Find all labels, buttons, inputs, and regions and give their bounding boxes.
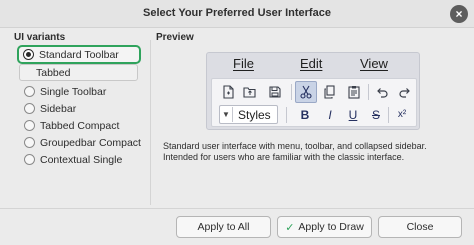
styles-value: Styles xyxy=(238,107,271,122)
variant-label: Groupedbar Compact xyxy=(40,136,141,149)
variant-contextual-single[interactable]: Contextual Single xyxy=(20,151,140,168)
apply-to-draw-button[interactable]: ✓ Apply to Draw xyxy=(277,216,372,238)
paste-icon xyxy=(344,82,364,102)
radio-icon[interactable] xyxy=(24,120,35,131)
variant-label: Tabbed Compact xyxy=(40,119,120,132)
radio-icon[interactable] xyxy=(24,86,35,97)
variant-tabbed-compact[interactable]: Tabbed Compact xyxy=(20,117,140,134)
variant-groupedbar-compact[interactable]: Groupedbar Compact xyxy=(20,134,141,151)
preview-heading: Preview xyxy=(156,32,194,43)
dialog-window: Select Your Preferred User Interface × U… xyxy=(0,0,474,245)
superscript-icon: x² xyxy=(397,109,407,120)
apply-to-draw-label: Apply to Draw xyxy=(298,221,364,233)
cut-icon xyxy=(295,81,317,103)
save-icon xyxy=(265,82,285,102)
open-folder-icon xyxy=(240,82,260,102)
radio-icon[interactable] xyxy=(24,137,35,148)
variant-tabbed[interactable]: Tabbed xyxy=(19,64,138,81)
close-icon[interactable]: × xyxy=(450,5,468,23)
radio-icon[interactable] xyxy=(23,49,34,60)
chevron-down-icon: ▼ xyxy=(222,110,230,119)
ui-variants-heading: UI variants xyxy=(14,32,66,43)
copy-icon xyxy=(320,82,340,102)
close-label: Close xyxy=(406,221,434,233)
toolbar-separator xyxy=(286,107,287,123)
underline-icon: U xyxy=(348,108,358,122)
preview-image: File Edit View ▼ Styles B I U S x² xyxy=(206,52,420,130)
strikethrough-icon: S xyxy=(371,108,380,122)
variant-label: Tabbed xyxy=(36,66,71,79)
variant-single-toolbar[interactable]: Single Toolbar xyxy=(20,83,140,100)
menu-file: File xyxy=(233,56,254,71)
section-divider xyxy=(150,40,151,205)
variant-standard-toolbar[interactable]: Standard Toolbar xyxy=(17,45,141,64)
window-title: Select Your Preferred User Interface xyxy=(143,7,331,19)
toolbar-separator xyxy=(291,84,292,100)
radio-icon[interactable] xyxy=(24,103,35,114)
title-bar: Select Your Preferred User Interface × xyxy=(0,0,474,28)
radio-icon[interactable] xyxy=(24,154,35,165)
variant-label: Contextual Single xyxy=(40,153,123,166)
apply-to-all-button[interactable]: Apply to All xyxy=(176,216,271,238)
footer-divider xyxy=(0,208,474,209)
variant-sidebar[interactable]: Sidebar xyxy=(20,100,140,117)
italic-icon: I xyxy=(328,108,332,122)
variant-label: Single Toolbar xyxy=(40,85,107,98)
toolbar-separator xyxy=(368,84,369,100)
variant-label: Standard Toolbar xyxy=(39,48,119,61)
redo-icon xyxy=(395,82,415,102)
new-document-icon xyxy=(218,82,238,102)
close-button[interactable]: Close xyxy=(378,216,462,238)
styles-dropdown: ▼ Styles xyxy=(219,105,278,124)
menu-edit: Edit xyxy=(300,56,323,71)
bold-icon: B xyxy=(300,108,310,122)
preview-menubar: File Edit View xyxy=(207,56,421,76)
menu-view: View xyxy=(360,56,388,71)
undo-icon xyxy=(372,82,392,102)
toolbar-separator xyxy=(388,107,389,123)
apply-to-all-label: Apply to All xyxy=(197,221,250,233)
checkmark-icon: ✓ xyxy=(285,221,295,234)
variant-description: Standard user interface with menu, toolb… xyxy=(163,141,427,162)
variant-label: Sidebar xyxy=(40,102,77,115)
preview-toolbar: ▼ Styles B I U S x² xyxy=(211,78,417,127)
